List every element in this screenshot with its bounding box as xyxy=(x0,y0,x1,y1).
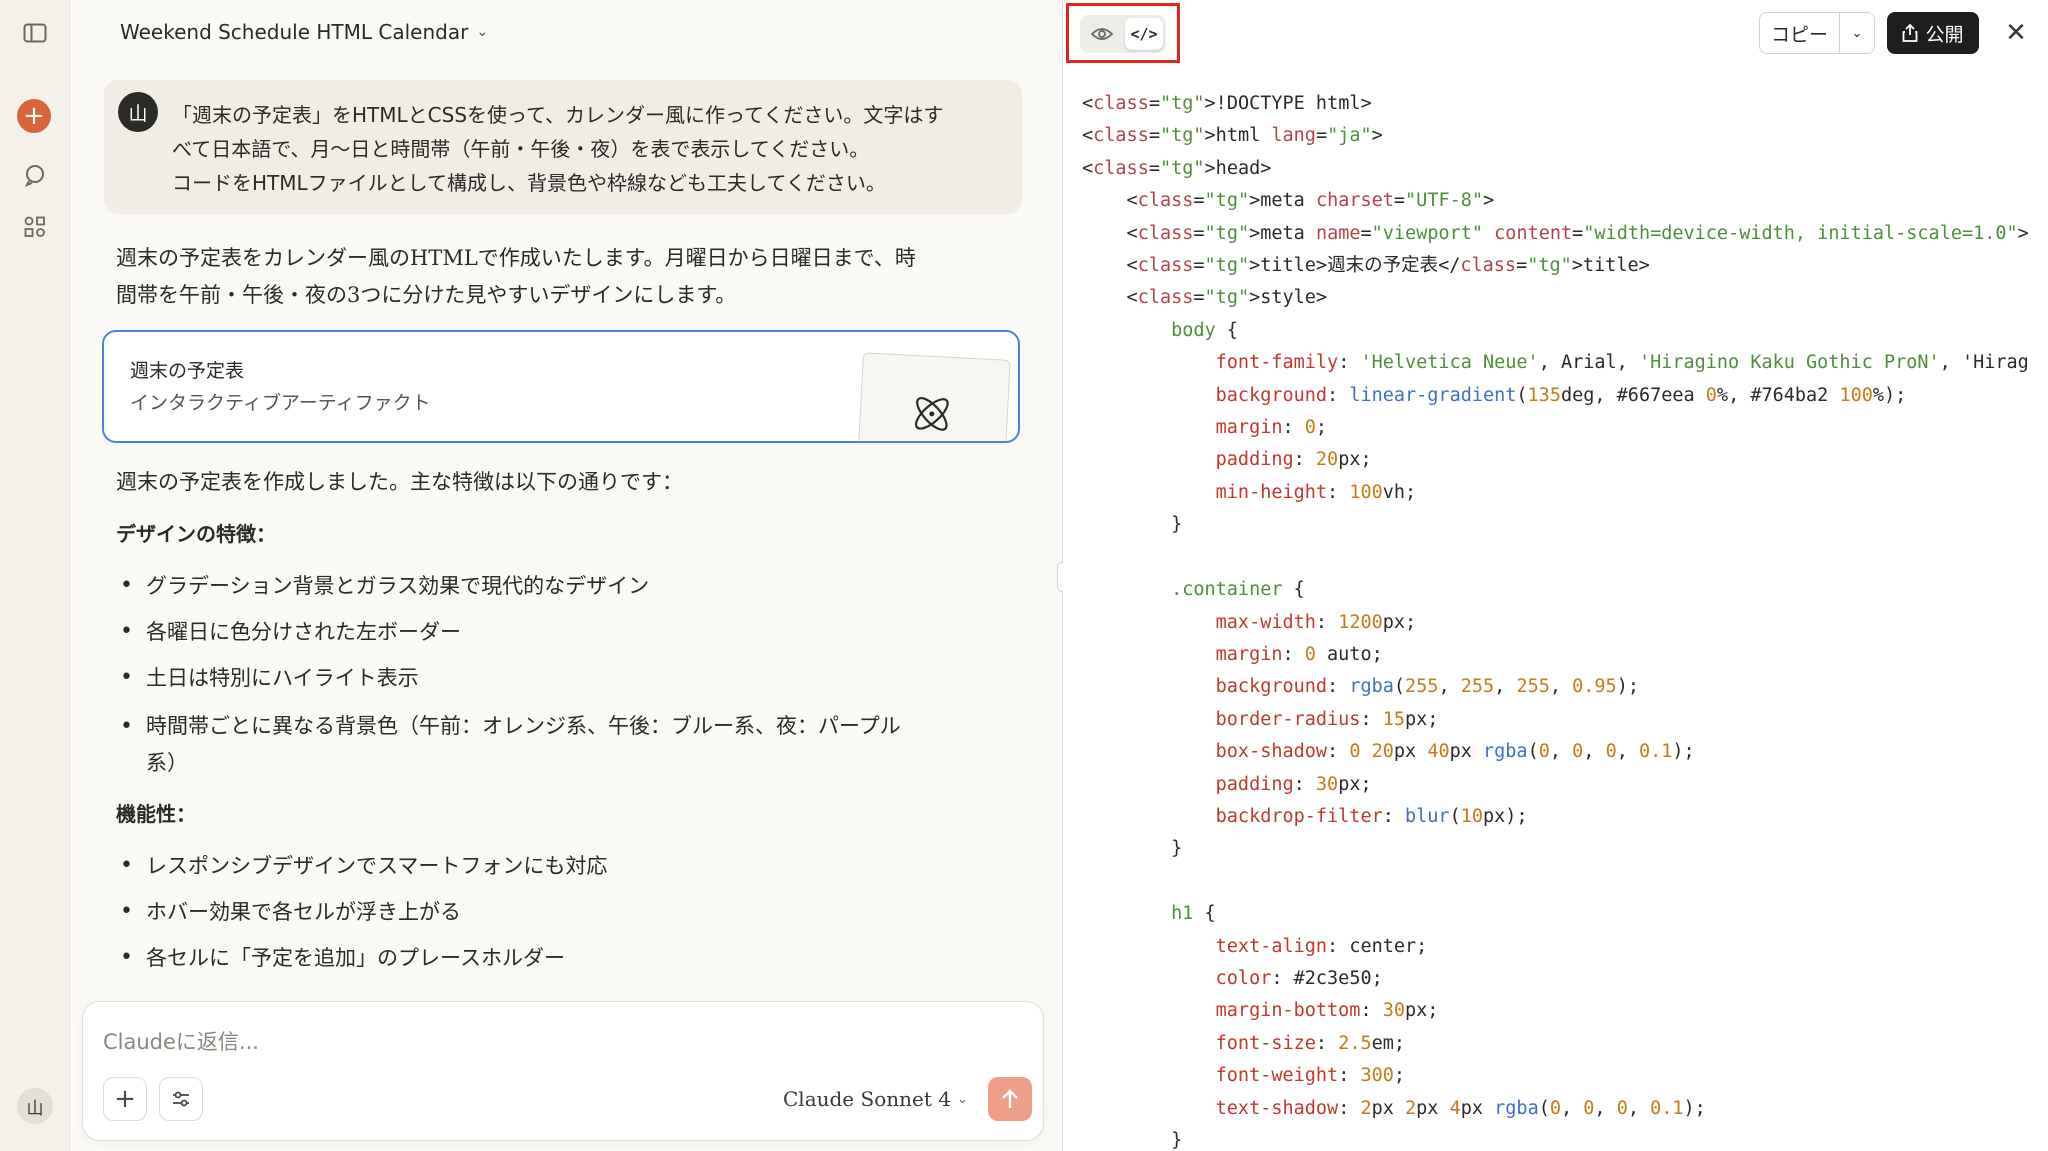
reply-composer: Claudeに返信... + Claude Sonnet 4 ⌄ xyxy=(82,1001,1044,1141)
share-icon xyxy=(1903,24,1918,42)
chevron-down-icon: ⌄ xyxy=(476,24,489,40)
tools-button[interactable] xyxy=(159,1077,203,1121)
function-list: レスポンシブデザインでスマートフォンにも対応 ホバー効果で各セルが浮き上がる 各… xyxy=(116,850,607,988)
user-message-line: コードをHTMLファイルとして構成し、背景色や枠線なども工夫してください。 xyxy=(172,171,886,195)
list-item: グラデーション背景とガラス効果で現代的なデザイン xyxy=(116,570,901,616)
eye-icon xyxy=(1091,28,1113,40)
user-message-avatar: 山 xyxy=(118,92,158,132)
code-tab[interactable]: </> xyxy=(1125,18,1163,50)
chat-column: Weekend Schedule HTML Calendar ⌄ 山 「週末の予… xyxy=(70,0,1062,1151)
artifacts-icon[interactable] xyxy=(16,208,54,246)
list-item-line: 系） xyxy=(146,751,188,775)
artifact-panel: </> コピー ⌄ 公開 ✕ <class="tg">!DOCTYPE html… xyxy=(1063,0,2048,1151)
model-selector[interactable]: Claude Sonnet 4 ⌄ xyxy=(783,1087,968,1111)
response-summary: 週末の予定表を作成しました。主な特徴は以下の通りです： xyxy=(116,470,683,494)
artifact-subtitle: インタラクティブアーティファクト xyxy=(130,392,431,414)
list-item: レスポンシブデザインでスマートフォンにも対応 xyxy=(116,850,607,896)
list-item: 各曜日に色分けされた左ボーダー xyxy=(116,616,901,662)
add-attachment-button[interactable]: + xyxy=(103,1077,147,1121)
design-list: グラデーション背景とガラス効果で現代的なデザイン 各曜日に色分けされた左ボーダー… xyxy=(116,570,901,790)
arrow-up-icon xyxy=(1002,1089,1018,1108)
conversation-title[interactable]: Weekend Schedule HTML Calendar ⌄ xyxy=(120,20,488,44)
publish-button[interactable]: 公開 xyxy=(1887,12,1979,54)
preview-tab[interactable] xyxy=(1083,18,1121,50)
chats-icon[interactable] xyxy=(16,156,54,194)
list-item: ホバー効果で各セルが浮き上がる xyxy=(116,896,607,942)
user-message-line: 「週末の予定表」をHTMLとCSSを使って、カレンダー風に作ってください。文字は… xyxy=(172,103,944,127)
chevron-down-icon: ⌄ xyxy=(1851,25,1863,41)
artifact-title: 週末の予定表 xyxy=(130,360,245,382)
left-rail: + 山 xyxy=(0,0,70,1151)
response-intro-line: 週末の予定表をカレンダー風のHTMLで作成いたします。月曜日から日曜日まで、時 xyxy=(116,246,916,270)
view-toggle-highlight: </> xyxy=(1066,3,1180,63)
user-message-line: べて日本語で、月〜日と時間帯（午前・午後・夜）を表で表示してください。 xyxy=(172,137,870,161)
sidebar-toggle-icon[interactable] xyxy=(16,14,54,52)
send-button[interactable] xyxy=(988,1077,1032,1121)
reply-input[interactable]: Claudeに返信... xyxy=(103,1026,259,1056)
sliders-icon xyxy=(173,1091,189,1107)
list-item-line: 時間帯ごとに異なる背景色（午前：オレンジ系、午後：ブルー系、夜：パープル xyxy=(146,714,901,738)
user-message-text: 「週末の予定表」をHTMLとCSSを使って、カレンダー風に作ってください。文字は… xyxy=(172,98,1002,200)
list-item: 各セルに「予定を追加」のプレースホルダー xyxy=(116,942,607,988)
conversation-title-text: Weekend Schedule HTML Calendar xyxy=(120,20,469,44)
list-item: 土日は特別にハイライト表示 xyxy=(116,662,901,708)
artifact-card[interactable]: 週末の予定表 インタラクティブアーティファクト xyxy=(102,330,1020,443)
model-name: Claude Sonnet 4 xyxy=(783,1087,951,1111)
new-chat-button[interactable]: + xyxy=(17,99,51,133)
copy-button-group: コピー ⌄ xyxy=(1759,12,1875,54)
artifact-thumbnail xyxy=(857,352,1011,441)
atom-icon xyxy=(914,396,949,431)
copy-button[interactable]: コピー xyxy=(1760,13,1840,53)
copy-options-dropdown[interactable]: ⌄ xyxy=(1840,13,1874,53)
user-message: 山 「週末の予定表」をHTMLとCSSを使って、カレンダー風に作ってください。文… xyxy=(104,80,1022,214)
view-toggle: </> xyxy=(1080,15,1166,53)
response-intro: 週末の予定表をカレンダー風のHTMLで作成いたします。月曜日から日曜日まで、時 … xyxy=(116,240,996,314)
code-icon: </> xyxy=(1130,25,1158,43)
close-icon[interactable]: ✕ xyxy=(1997,14,2035,52)
response-intro-line: 間帯を午前・午後・夜の3つに分けた見やすいデザインにします。 xyxy=(116,283,737,307)
design-heading: デザインの特徴： xyxy=(116,522,276,546)
chevron-down-icon: ⌄ xyxy=(956,1091,968,1107)
list-item: 時間帯ごとに異なる背景色（午前：オレンジ系、午後：ブルー系、夜：パープル系） xyxy=(116,708,901,790)
publish-label: 公開 xyxy=(1925,23,1964,46)
user-avatar[interactable]: 山 xyxy=(17,1088,53,1124)
code-view: <class="tg">!DOCTYPE html> <class="tg">h… xyxy=(1082,93,2029,1151)
function-heading: 機能性： xyxy=(116,802,196,826)
